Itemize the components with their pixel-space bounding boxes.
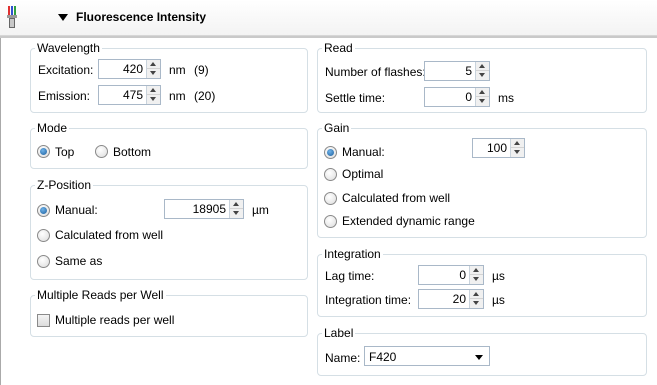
label-name-label: Name:	[325, 351, 361, 365]
zpos-calculated-label[interactable]: Calculated from well	[55, 228, 163, 242]
lag-time-spinner[interactable]: 0	[418, 265, 484, 285]
gain-manual-radio[interactable]	[324, 146, 337, 159]
zpos-up-button[interactable]	[230, 200, 243, 209]
zpos-manual-spinner[interactable]: 18905	[164, 199, 244, 219]
integration-time-spinner[interactable]: 20	[418, 289, 484, 309]
flashes-up-button[interactable]	[476, 62, 489, 71]
gain-manual-spinner[interactable]: 100	[472, 138, 525, 158]
integration-time-unit: µs	[492, 293, 505, 307]
header-divider	[0, 36, 657, 38]
gain-extended-radio[interactable]	[324, 215, 337, 228]
excitation-spinner[interactable]: 420	[98, 59, 161, 79]
zpos-same-as-label[interactable]: Same as	[55, 254, 102, 268]
lag-time-label: Lag time:	[325, 269, 375, 283]
wavelength-legend: Wavelength	[37, 41, 100, 55]
excitation-bandwidth: (9)	[194, 63, 209, 77]
integration-up-button[interactable]	[470, 290, 483, 299]
emission-unit: nm	[169, 89, 186, 103]
fluorescence-icon	[7, 6, 17, 28]
emission-label: Emission:	[38, 89, 91, 103]
zpos-manual-label[interactable]: Manual:	[55, 203, 98, 217]
integration-time-value[interactable]: 20	[419, 290, 469, 308]
gain-calculated-radio[interactable]	[324, 192, 337, 205]
zpos-manual-radio[interactable]	[37, 204, 50, 217]
integration-down-button[interactable]	[470, 299, 483, 308]
mode-top-label[interactable]: Top	[55, 145, 74, 159]
excitation-down-button[interactable]	[147, 69, 160, 78]
flashes-spinner[interactable]: 5	[424, 61, 490, 81]
label-name-dropdown[interactable]: F420	[364, 346, 490, 366]
zpos-same-as-radio[interactable]	[37, 255, 50, 268]
read-legend: Read	[324, 41, 353, 55]
flashes-down-button[interactable]	[476, 71, 489, 80]
settle-time-unit: ms	[498, 91, 514, 105]
zpos-calculated-radio[interactable]	[37, 229, 50, 242]
zpos-unit: µm	[252, 203, 269, 217]
integration-time-label: Integration time:	[325, 293, 412, 307]
multiple-reads-legend: Multiple Reads per Well	[37, 288, 164, 302]
emission-bandwidth: (20)	[194, 89, 216, 103]
gain-calculated-label[interactable]: Calculated from well	[342, 191, 450, 205]
excitation-value[interactable]: 420	[99, 60, 146, 78]
mode-legend: Mode	[37, 121, 68, 135]
zpos-manual-value[interactable]: 18905	[165, 200, 229, 218]
gain-legend: Gain	[324, 121, 350, 135]
gain-optimal-radio[interactable]	[324, 168, 337, 181]
emission-down-button[interactable]	[147, 95, 160, 104]
lag-down-button[interactable]	[470, 275, 483, 284]
excitation-unit: nm	[169, 63, 186, 77]
mode-bottom-radio[interactable]	[95, 145, 108, 158]
left-border	[0, 38, 1, 385]
gain-manual-label[interactable]: Manual:	[342, 145, 385, 159]
settle-up-button[interactable]	[476, 88, 489, 97]
integration-legend: Integration	[324, 247, 381, 261]
lag-time-unit: µs	[492, 269, 505, 283]
multiple-reads-label[interactable]: Multiple reads per well	[55, 313, 174, 327]
settle-down-button[interactable]	[476, 97, 489, 106]
section-header: Fluorescence Intensity	[0, 0, 657, 36]
collapse-triangle-icon[interactable]	[58, 14, 68, 21]
gain-extended-label[interactable]: Extended dynamic range	[342, 214, 475, 228]
gain-down-button[interactable]	[511, 148, 524, 157]
label-legend: Label	[324, 326, 354, 340]
flashes-value[interactable]: 5	[425, 62, 475, 80]
excitation-up-button[interactable]	[147, 60, 160, 69]
zpos-down-button[interactable]	[230, 209, 243, 218]
mode-bottom-label[interactable]: Bottom	[113, 145, 151, 159]
lag-time-value[interactable]: 0	[419, 266, 469, 284]
multiple-reads-checkbox[interactable]	[37, 314, 50, 327]
dropdown-arrow-icon[interactable]	[475, 355, 483, 360]
emission-up-button[interactable]	[147, 86, 160, 95]
settle-time-label: Settle time:	[325, 91, 386, 105]
flashes-label: Number of flashes:	[325, 65, 426, 79]
lag-up-button[interactable]	[470, 266, 483, 275]
gain-optimal-label[interactable]: Optimal	[342, 167, 383, 181]
gain-manual-value[interactable]: 100	[473, 139, 510, 157]
settle-time-spinner[interactable]: 0	[424, 87, 490, 107]
settle-time-value[interactable]: 0	[425, 88, 475, 106]
excitation-label: Excitation:	[38, 63, 94, 77]
section-title: Fluorescence Intensity	[76, 10, 207, 24]
emission-value[interactable]: 475	[99, 86, 146, 104]
label-name-value[interactable]: F420	[369, 350, 396, 364]
gain-up-button[interactable]	[511, 139, 524, 148]
emission-spinner[interactable]: 475	[98, 85, 161, 105]
mode-top-radio[interactable]	[37, 145, 50, 158]
zposition-legend: Z-Position	[37, 178, 92, 192]
